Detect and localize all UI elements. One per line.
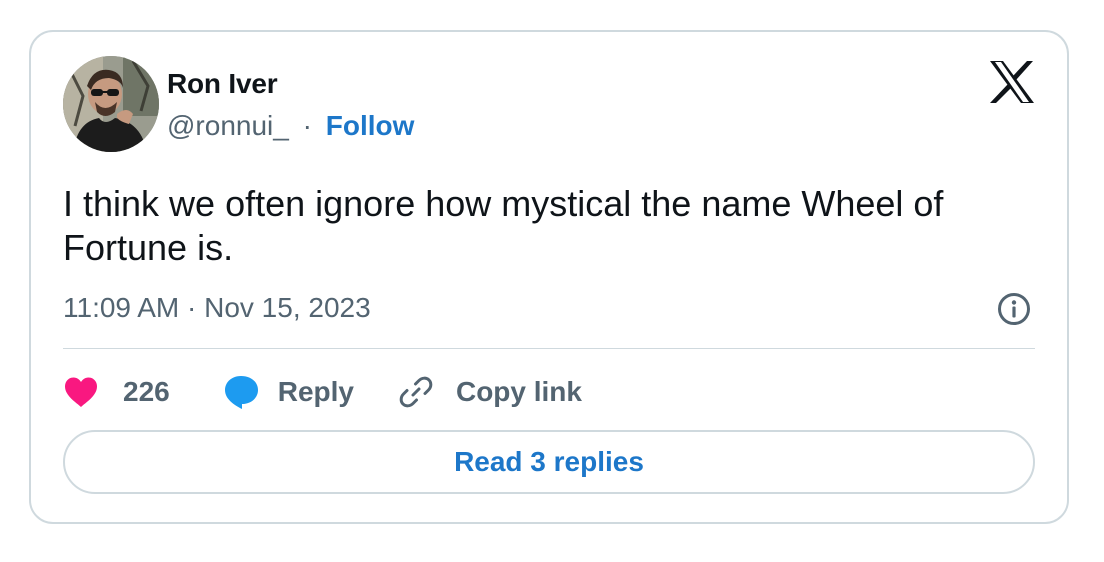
read-replies-button[interactable]: Read 3 replies (63, 430, 1035, 494)
handle-row: @ronnui_ · Follow (167, 110, 414, 142)
copy-link-button[interactable]: Copy link (398, 374, 582, 410)
copy-link-label: Copy link (455, 376, 582, 407)
author-avatar[interactable] (63, 56, 159, 152)
follow-link[interactable]: Follow (326, 110, 415, 141)
info-icon[interactable] (997, 292, 1031, 326)
link-icon (399, 376, 433, 408)
tweet-card: Ron Iver @ronnui_ · Follow I think we of… (29, 30, 1069, 524)
like-count: 226 (123, 376, 170, 407)
reply-button[interactable]: Reply (222, 374, 354, 410)
author-handle[interactable]: @ronnui_ (167, 110, 289, 141)
action-bar: 226 Reply Copy link (63, 370, 582, 414)
heart-icon (65, 377, 97, 407)
like-button[interactable]: 226 (63, 376, 170, 408)
divider (63, 348, 1035, 349)
x-logo-icon[interactable] (989, 60, 1035, 104)
tweet-timestamp[interactable]: 11:09 AM · Nov 15, 2023 (63, 292, 371, 324)
author-name[interactable]: Ron Iver (167, 68, 278, 100)
handle-separator: · (302, 110, 312, 141)
avatar-photo-image (63, 56, 159, 152)
speech-bubble-icon (224, 376, 258, 409)
tweet-text: I think we often ignore how mystical the… (63, 183, 944, 268)
reply-label: Reply (277, 376, 354, 407)
